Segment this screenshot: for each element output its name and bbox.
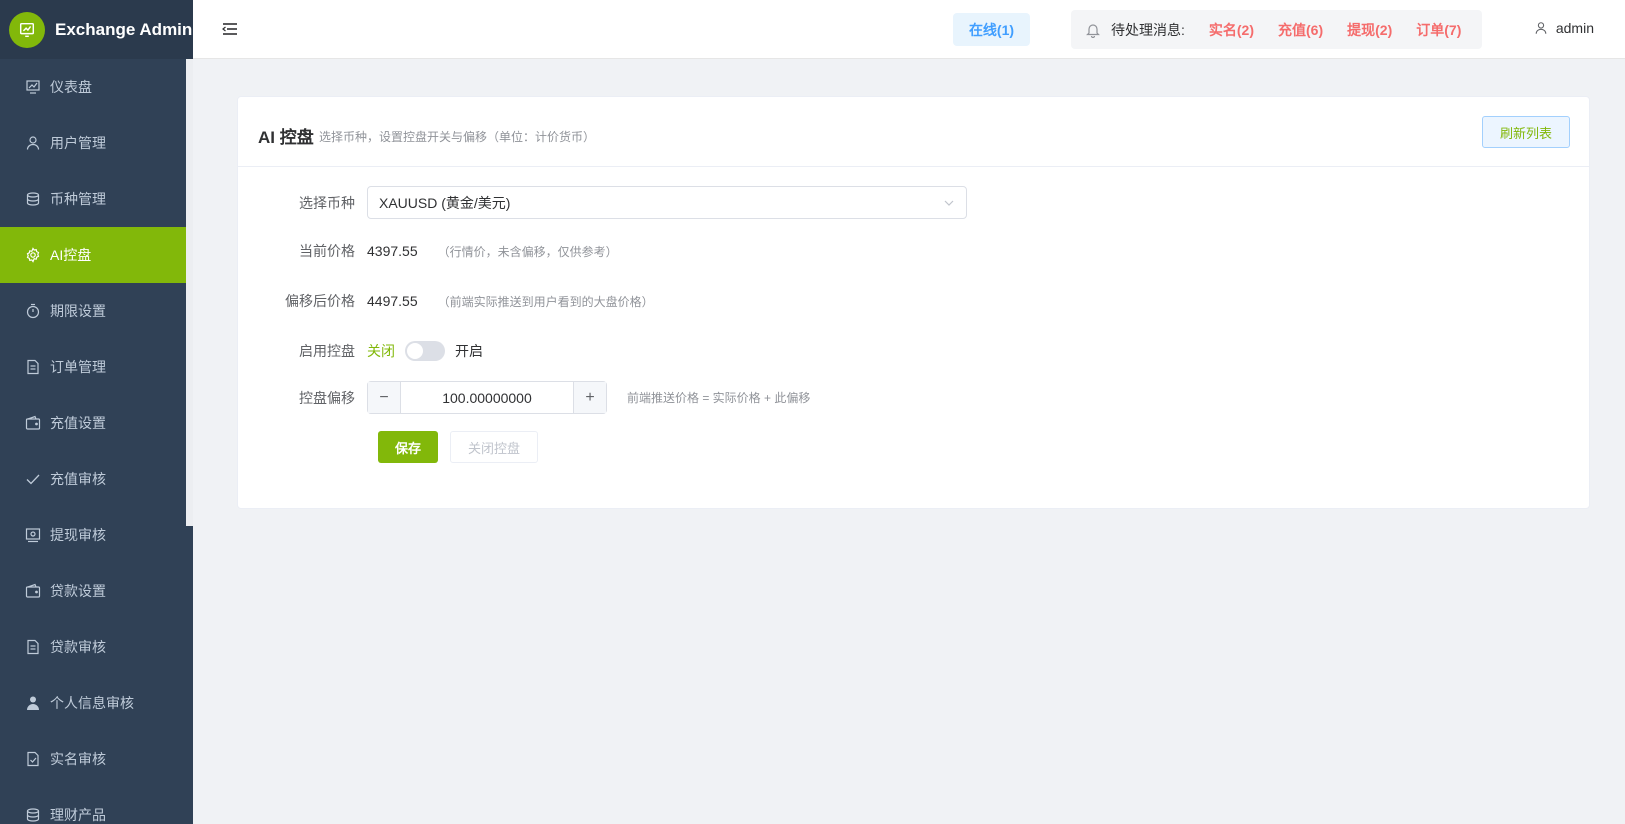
person-filled-icon [25, 695, 41, 711]
sidebar-item-loan-review[interactable]: 贷款审核 [0, 619, 193, 675]
timer-icon [25, 303, 41, 319]
sidebar-header: Exchange Admin [0, 0, 193, 59]
sidebar-item-label: 用户管理 [50, 135, 106, 151]
ai-control-card: AI 控盘 选择币种，设置控盘开关与偏移（单位：计价货币） 刷新列表 选择币种 … [237, 96, 1590, 509]
symbol-row: 选择币种 XAUUSD (黄金/美元) [238, 186, 967, 219]
current-price-hint: （行情价，未含偏移，仅供参考） [437, 244, 618, 259]
toggle-knob [407, 343, 423, 359]
page-title: AI 控盘 [258, 128, 314, 147]
check-icon [25, 471, 41, 487]
sidebar-item-label: 个人信息审核 [50, 695, 134, 711]
coins-icon [25, 191, 41, 207]
sidebar-item-label: 理财产品 [50, 807, 106, 823]
document-icon [25, 639, 41, 655]
sidebar-item-withdraw-review[interactable]: 提现审核 [0, 507, 193, 563]
current-price-label: 当前价格 [299, 243, 355, 259]
sidebar-item-label: 订单管理 [50, 359, 106, 375]
decrement-button[interactable]: − [368, 382, 401, 413]
offset-price-hint: （前端实际推送到用户看到的大盘价格） [437, 294, 654, 309]
switch-on-text: 开启 [455, 343, 483, 359]
save-button[interactable]: 保存 [378, 431, 438, 463]
offset-price-value: 4497.55 [367, 293, 418, 309]
offset-input[interactable]: 100.00000000 [401, 382, 573, 413]
actions-row: 保存 关闭控盘 [238, 431, 538, 463]
pending-withdraw-link[interactable]: 提现(2) [1347, 20, 1392, 40]
gear-icon [25, 247, 41, 263]
sidebar-item-label: 贷款审核 [50, 639, 106, 655]
brand-title: Exchange Admin [55, 19, 193, 39]
sidebar-item-kyc-review[interactable]: 实名审核 [0, 731, 193, 787]
offset-stepper: − 100.00000000 + [367, 381, 607, 414]
sidebar-item-deposit-review[interactable]: 充值审核 [0, 451, 193, 507]
document-check-icon [25, 751, 41, 767]
sidebar-item-label: 实名审核 [50, 751, 106, 767]
pending-label: 待处理消息: [1111, 21, 1185, 38]
pending-messages-bar: 待处理消息: 实名(2) 充值(6) 提现(2) 订单(7) [1071, 10, 1482, 49]
card-header: AI 控盘 选择币种，设置控盘开关与偏移（单位：计价货币） 刷新列表 [238, 97, 1589, 167]
current-price-row: 当前价格 4397.55 （行情价，未含偏移，仅供参考） [238, 241, 618, 261]
sidebar-item-wealth-products[interactable]: 理财产品 [0, 787, 193, 824]
close-control-button[interactable]: 关闭控盘 [450, 431, 538, 463]
sidebar-item-label: 充值审核 [50, 471, 106, 487]
sidebar-item-loan-settings[interactable]: 贷款设置 [0, 563, 193, 619]
user-icon [1535, 22, 1547, 34]
menu-toggle-icon[interactable] [222, 21, 238, 37]
offset-price-row: 偏移后价格 4497.55 （前端实际推送到用户看到的大盘价格） [238, 291, 654, 311]
sidebar-item-label: 币种管理 [50, 191, 106, 207]
coins-icon [25, 807, 41, 823]
sidebar-scrollbar[interactable] [186, 59, 193, 526]
refresh-list-button[interactable]: 刷新列表 [1482, 116, 1570, 148]
symbol-selected-value: XAUUSD (黄金/美元) [379, 194, 511, 211]
symbol-select[interactable]: XAUUSD (黄金/美元) [367, 186, 967, 219]
chart-icon [25, 79, 41, 95]
money-icon [25, 527, 41, 543]
sidebar-item-ai-control[interactable]: AI控盘 [0, 227, 193, 283]
current-price-value: 4397.55 [367, 243, 418, 259]
chevron-down-icon [944, 200, 954, 206]
user-icon [25, 135, 41, 151]
online-count-button[interactable]: 在线(1) [953, 13, 1030, 46]
enable-row: 启用控盘 关闭 开启 [238, 341, 483, 361]
page-subtitle: 选择币种，设置控盘开关与偏移（单位：计价货币） [319, 130, 596, 144]
enable-toggle[interactable] [405, 341, 445, 361]
username: admin [1555, 20, 1594, 36]
sidebar-item-term-settings[interactable]: 期限设置 [0, 283, 193, 339]
offset-price-label: 偏移后价格 [285, 293, 355, 309]
wallet-icon [25, 415, 41, 431]
sidebar-item-users[interactable]: 用户管理 [0, 115, 193, 171]
document-icon [25, 359, 41, 375]
offset-hint: 前端推送价格 = 实际价格 + 此偏移 [627, 391, 811, 405]
pending-deposit-link[interactable]: 充值(6) [1278, 20, 1323, 40]
offset-label: 控盘偏移 [299, 389, 355, 406]
sidebar-item-label: 期限设置 [50, 303, 106, 319]
top-header: 在线(1) 待处理消息: 实名(2) 充值(6) 提现(2) 订单(7) adm… [193, 0, 1625, 59]
switch-off-text: 关闭 [367, 343, 395, 359]
pending-order-link[interactable]: 订单(7) [1416, 20, 1461, 40]
sidebar-item-dashboard[interactable]: 仪表盘 [0, 59, 193, 115]
sidebar-menu: 仪表盘 用户管理 币种管理 AI控盘 期限设置 订单管理 充值设置 充值审核 提… [0, 59, 193, 824]
symbol-label: 选择币种 [299, 194, 355, 211]
sidebar-item-orders[interactable]: 订单管理 [0, 339, 193, 395]
sidebar-item-label: 仪表盘 [50, 79, 92, 95]
sidebar-item-label: 提现审核 [50, 527, 106, 543]
sidebar-item-label: 充值设置 [50, 415, 106, 431]
offset-row: 控盘偏移 − 100.00000000 + 前端推送价格 = 实际价格 + 此偏… [238, 381, 810, 414]
sidebar-item-label: 贷款设置 [50, 583, 106, 599]
pending-kyc-link[interactable]: 实名(2) [1209, 20, 1254, 40]
user-menu[interactable]: admin [1534, 20, 1594, 36]
sidebar-item-deposit-settings[interactable]: 充值设置 [0, 395, 193, 451]
sidebar-item-label: AI控盘 [50, 247, 92, 263]
increment-button[interactable]: + [573, 382, 606, 413]
logo-icon [9, 11, 45, 48]
wallet-icon [25, 583, 41, 599]
sidebar-item-profile-review[interactable]: 个人信息审核 [0, 675, 193, 731]
sidebar-item-coins[interactable]: 币种管理 [0, 171, 193, 227]
bell-icon [1086, 23, 1100, 38]
sidebar: Exchange Admin 仪表盘 用户管理 币种管理 AI控盘 期限设置 订… [0, 0, 193, 824]
enable-label: 启用控盘 [299, 343, 355, 359]
